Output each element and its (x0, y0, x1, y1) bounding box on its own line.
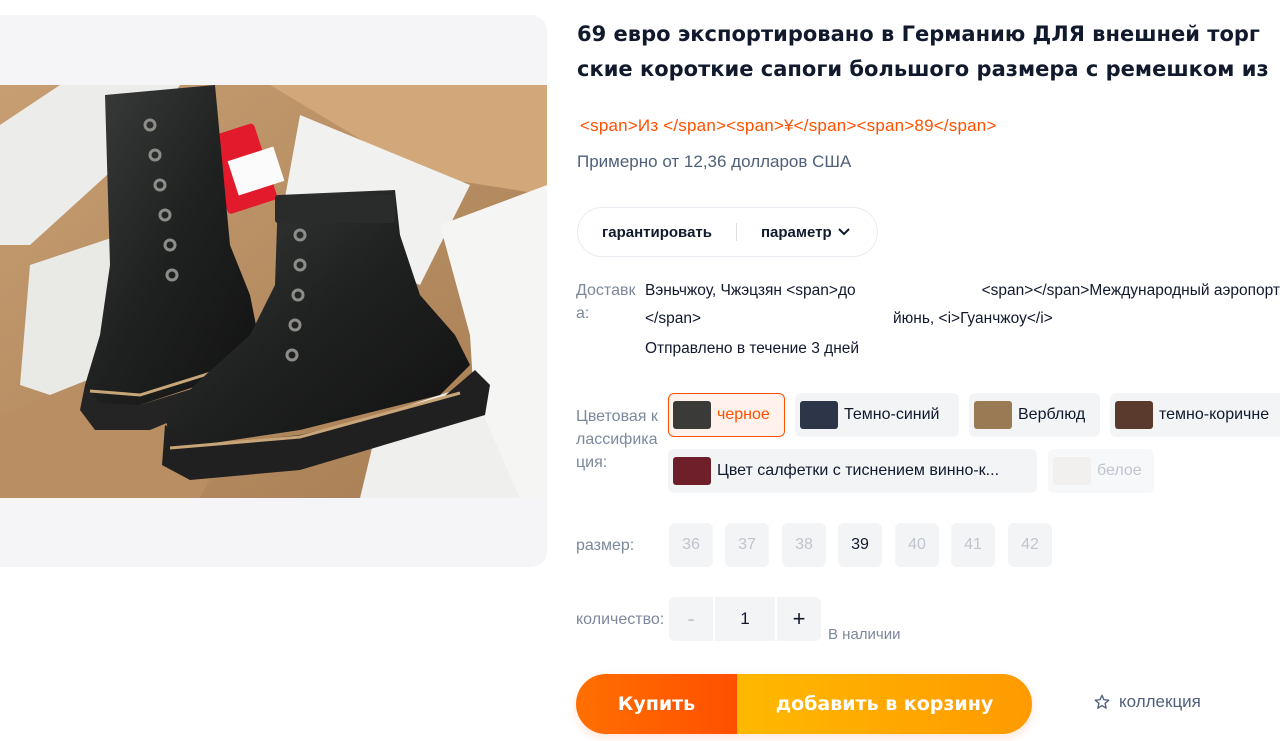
color-swatch-white (1053, 457, 1091, 485)
color-swatch-navy (800, 401, 838, 429)
color-label: Цветовая классификация: (576, 408, 658, 471)
color-option-label: Цвет салфетки с тиснением винно-к... (717, 462, 1000, 479)
add-to-cart-button[interactable]: добавить в корзину (737, 674, 1032, 734)
delivery-to-line-1: <span></span>Международный аэропорт (981, 282, 1280, 299)
delivery-to-line-2: йюнь, <i>Гуанчжоу</i> (893, 310, 1053, 327)
quantity-increase-button[interactable]: + (777, 597, 821, 641)
guarantee-button[interactable]: гарантировать (578, 224, 736, 241)
quantity-decrease-button[interactable]: - (669, 597, 713, 641)
quantity-stepper: - + (669, 597, 821, 641)
collection-label: коллекция (1119, 692, 1201, 711)
approx-price: Примерно от 12,36 долларов США (577, 152, 852, 171)
buy-now-button[interactable]: Купить (576, 674, 737, 734)
star-icon (1094, 694, 1110, 709)
color-option-dark-brown[interactable]: темно-коричне (1110, 393, 1280, 437)
main-product-photo[interactable] (0, 85, 547, 498)
color-option-camel[interactable]: Верблюд (969, 393, 1100, 437)
color-option-black[interactable]: черное (668, 393, 785, 437)
purchase-buttons: Купить добавить в корзину (576, 674, 1032, 734)
chevron-down-icon (837, 228, 850, 236)
collection-button[interactable]: коллекция (1093, 692, 1201, 712)
product-title: 69 евро экспортировано в Германию ДЛЯ вн… (577, 17, 1280, 87)
delivery-to[interactable]: <span></span>Международный аэропорт йюнь… (893, 277, 1280, 333)
color-option-label: черное (717, 406, 770, 423)
delivery-from-line-1: Вэньчжоу, Чжэцзян <span>до (645, 282, 856, 299)
size-option[interactable]: 39 (838, 523, 882, 567)
color-swatch-wine (673, 457, 711, 485)
params-button[interactable]: параметр (737, 224, 874, 241)
size-option[interactable]: 37 (725, 523, 769, 567)
product-title-line-1: 69 евро экспортировано в Германию ДЛЯ вн… (577, 22, 1260, 46)
size-option[interactable]: 36 (669, 523, 713, 567)
stock-status: В наличии (828, 626, 901, 643)
color-option-label: Темно-синий (844, 406, 940, 423)
product-title-line-2: ские короткие сапоги большого размера с … (577, 57, 1269, 81)
color-option-navy[interactable]: Темно-синий (795, 393, 959, 437)
color-option-label: Верблюд (1018, 406, 1086, 423)
color-option-label: белое (1097, 462, 1142, 479)
delivery-from-line-2: </span> (645, 310, 702, 327)
guarantee-label: гарантировать (602, 223, 712, 241)
delivery-label: Доставка: (576, 282, 636, 322)
size-option[interactable]: 38 (782, 523, 826, 567)
params-label: параметр (760, 223, 832, 241)
quantity-label: количество: (576, 611, 665, 628)
color-swatch-camel (974, 401, 1012, 429)
color-option-wine-embossed[interactable]: Цвет салфетки с тиснением винно-к... (668, 449, 1037, 493)
color-swatch-dark-brown (1115, 401, 1153, 429)
size-label: размер: (576, 537, 635, 554)
size-option[interactable]: 40 (895, 523, 939, 567)
color-option-label: темно-коричне (1159, 406, 1270, 423)
size-option[interactable]: 41 (951, 523, 995, 567)
shipping-time: Отправлено в течение 3 дней (645, 340, 860, 357)
guarantee-params-bar: гарантировать параметр (577, 207, 878, 257)
color-swatch-black (673, 401, 711, 429)
product-gallery (0, 15, 547, 567)
quantity-input[interactable] (715, 597, 775, 641)
delivery-from: Вэньчжоу, Чжэцзян <span>до </span> (645, 277, 890, 333)
size-option[interactable]: 42 (1008, 523, 1052, 567)
price: <span>Из </span><span>¥</span><span>89</… (580, 116, 997, 135)
boots-photo-image (0, 85, 547, 498)
color-option-white[interactable]: белое (1048, 449, 1154, 493)
